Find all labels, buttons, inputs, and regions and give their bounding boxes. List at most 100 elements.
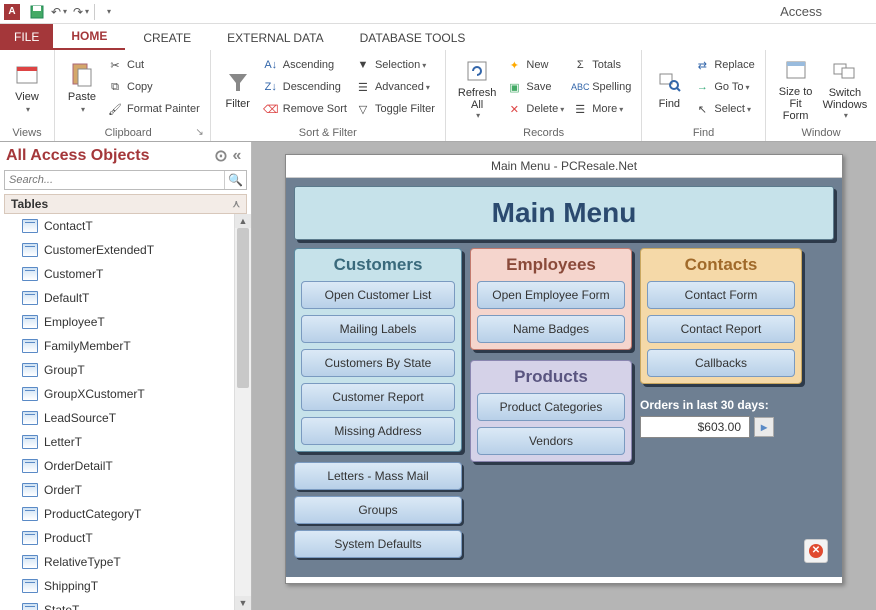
nav-group-tables[interactable]: Tables ⋏ <box>4 194 247 214</box>
contacts-button-callbacks[interactable]: Callbacks <box>647 349 795 377</box>
customers-button-mailing-labels[interactable]: Mailing Labels <box>301 315 455 343</box>
nav-search-button[interactable]: 🔍 <box>224 171 246 189</box>
nav-item-orderdetailt[interactable]: OrderDetailT <box>0 454 233 478</box>
toggle-filter-button[interactable]: ▽Toggle Filter <box>351 98 439 120</box>
customers-button-customers-by-state[interactable]: Customers By State <box>301 349 455 377</box>
orders-summary: Orders in last 30 days: $603.00 ▸ <box>640 398 802 438</box>
employees-button-name-badges[interactable]: Name Badges <box>477 315 625 343</box>
customers-button-customer-report[interactable]: Customer Report <box>301 383 455 411</box>
products-button-vendors[interactable]: Vendors <box>477 427 625 455</box>
advanced-button[interactable]: ☰Advanced▾ <box>351 76 439 98</box>
nav-item-leadsourcet[interactable]: LeadSourceT <box>0 406 233 430</box>
format-painter-button[interactable]: 🖌Format Painter <box>103 98 204 120</box>
ascending-button[interactable]: A↓Ascending <box>259 54 351 76</box>
copy-button[interactable]: ⧉Copy <box>103 76 204 98</box>
tab-database-tools[interactable]: DATABASE TOOLS <box>342 26 484 50</box>
nav-item-statet[interactable]: StateT <box>0 598 233 610</box>
customers-button-missing-address[interactable]: Missing Address <box>301 417 455 445</box>
access-app-icon: A <box>4 4 20 20</box>
table-icon <box>22 555 38 569</box>
contacts-button-contact-form[interactable]: Contact Form <box>647 281 795 309</box>
group-views: View▾ Views <box>0 50 55 141</box>
view-button[interactable]: View▾ <box>6 52 48 125</box>
tab-file[interactable]: FILE <box>0 24 53 50</box>
remove-sort-button[interactable]: ⌫Remove Sort <box>259 98 351 120</box>
select-icon: ↖ <box>694 101 710 117</box>
descending-button[interactable]: Z↓Descending <box>259 76 351 98</box>
nav-item-productt[interactable]: ProductT <box>0 526 233 550</box>
qat-save-button[interactable] <box>26 2 48 22</box>
totals-button[interactable]: ΣTotals <box>568 54 635 76</box>
tab-create[interactable]: CREATE <box>125 26 209 50</box>
nav-item-groupxcustomert[interactable]: GroupXCustomerT <box>0 382 233 406</box>
qat-separator <box>94 4 95 20</box>
qat-customize-button[interactable]: ▾ <box>97 2 119 22</box>
table-icon <box>22 267 38 281</box>
nav-item-relativetypet[interactable]: RelativeTypeT <box>0 550 233 574</box>
clipboard-launcher[interactable]: ↘ <box>195 127 203 138</box>
extra-button-letters-mass-mail[interactable]: Letters - Mass Mail <box>294 462 462 490</box>
nav-scrollbar[interactable]: ▲ ▼ <box>234 214 251 610</box>
employees-button-open-employee-form[interactable]: Open Employee Form <box>477 281 625 309</box>
paste-button[interactable]: Paste▾ <box>61 52 103 125</box>
nav-item-defaultt[interactable]: DefaultT <box>0 286 233 310</box>
refresh-icon <box>463 57 491 85</box>
qat-redo-button[interactable]: ↷▾ <box>70 2 92 22</box>
qat-undo-button[interactable]: ↶▾ <box>48 2 70 22</box>
cut-button[interactable]: ✂Cut <box>103 54 204 76</box>
scroll-down-icon[interactable]: ▼ <box>235 596 251 610</box>
nav-item-employeet[interactable]: EmployeeT <box>0 310 233 334</box>
contacts-button-contact-report[interactable]: Contact Report <box>647 315 795 343</box>
ribbon-tabs: FILE HOME CREATE EXTERNAL DATA DATABASE … <box>0 24 876 50</box>
switch-windows-button[interactable]: Switch Windows▾ <box>819 52 870 125</box>
close-form-button[interactable]: ✕ <box>804 539 828 563</box>
nav-item-contactt[interactable]: ContactT <box>0 214 233 238</box>
delete-button[interactable]: ✕Delete▾ <box>502 98 568 120</box>
nav-collapse-icon[interactable]: « <box>229 147 245 165</box>
size-icon <box>782 56 810 84</box>
tab-external-data[interactable]: EXTERNAL DATA <box>209 26 341 50</box>
title-bar: A ↶▾ ↷▾ ▾ Access <box>0 0 876 24</box>
extra-button-groups[interactable]: Groups <box>294 496 462 524</box>
paste-icon <box>68 61 96 89</box>
nav-dropdown-icon[interactable]: ⊙ <box>213 146 229 166</box>
close-icon: ✕ <box>809 544 823 558</box>
spelling-button[interactable]: ABCSpelling <box>568 76 635 98</box>
nav-item-customerextendedt[interactable]: CustomerExtendedT <box>0 238 233 262</box>
replace-button[interactable]: ⇄Replace <box>690 54 758 76</box>
nav-item-productcategoryt[interactable]: ProductCategoryT <box>0 502 233 526</box>
tab-home[interactable]: HOME <box>53 24 125 50</box>
nav-item-groupt[interactable]: GroupT <box>0 358 233 382</box>
nav-title: All Access Objects <box>6 147 149 165</box>
nav-item-familymembert[interactable]: FamilyMemberT <box>0 334 233 358</box>
nav-item-shippingt[interactable]: ShippingT <box>0 574 233 598</box>
select-button[interactable]: ↖Select▾ <box>690 98 758 120</box>
nav-header[interactable]: All Access Objects ⊙ « <box>0 142 251 170</box>
extra-button-system-defaults[interactable]: System Defaults <box>294 530 462 558</box>
scroll-up-icon[interactable]: ▲ <box>235 214 251 228</box>
nav-search-input[interactable] <box>5 171 224 189</box>
undo-icon: ↶ <box>51 5 61 19</box>
new-button[interactable]: ✦New <box>502 54 568 76</box>
products-button-product-categories[interactable]: Product Categories <box>477 393 625 421</box>
scroll-thumb[interactable] <box>237 228 249 388</box>
find-button[interactable]: Find <box>648 52 690 125</box>
size-to-fit-button[interactable]: Size to Fit Form <box>772 52 820 125</box>
table-icon <box>22 483 38 497</box>
nav-item-ordert[interactable]: OrderT <box>0 478 233 502</box>
selection-button[interactable]: ▼Selection▾ <box>351 54 439 76</box>
refresh-all-button[interactable]: Refresh All▾ <box>452 52 503 125</box>
table-icon <box>22 363 38 377</box>
goto-button[interactable]: →Go To▾ <box>690 76 758 98</box>
table-icon <box>22 507 38 521</box>
nav-item-customert[interactable]: CustomerT <box>0 262 233 286</box>
save-icon <box>30 5 44 19</box>
more-button[interactable]: ☰More▾ <box>568 98 635 120</box>
group-clipboard: Paste▾ ✂Cut ⧉Copy 🖌Format Painter Clipbo… <box>55 50 211 141</box>
table-icon <box>22 315 38 329</box>
orders-detail-button[interactable]: ▸ <box>754 417 774 437</box>
nav-item-lettert[interactable]: LetterT <box>0 430 233 454</box>
filter-button[interactable]: Filter <box>217 52 259 125</box>
customers-button-open-customer-list[interactable]: Open Customer List <box>301 281 455 309</box>
save-button[interactable]: ▣Save <box>502 76 568 98</box>
